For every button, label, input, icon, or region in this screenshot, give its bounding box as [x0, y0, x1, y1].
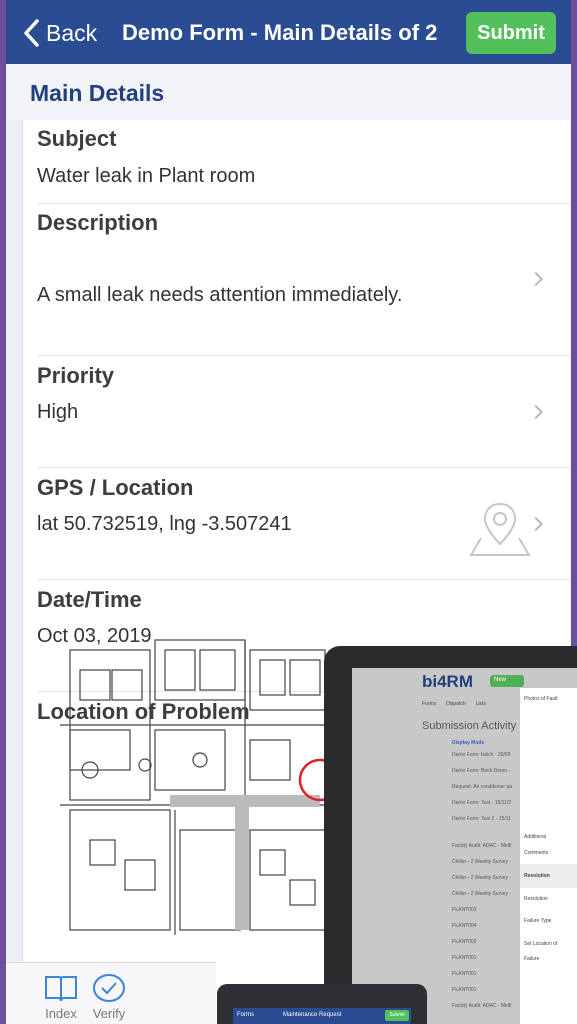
tablet-side-panel: Photos of Fault Additional Comments Reso…: [520, 688, 577, 1024]
subject-value: Water leak in Plant room: [37, 165, 256, 187]
tab-bar: Index Verify: [6, 962, 216, 1024]
list-item: Facility Audit: ADAC - Midfi: [452, 1003, 512, 1009]
tablet-preview: bi4RM New Forms Dispatch Lists Submissio…: [324, 646, 577, 1024]
tab-index-label: Index: [45, 1006, 77, 1021]
chevron-right-icon: [528, 271, 544, 287]
list-item: Chiller - 2 Weekly Survey -: [452, 891, 512, 897]
list-item: Chiller - 2 Weekly Survey -: [452, 875, 512, 881]
phone-preview-submit: Submit: [385, 1010, 409, 1021]
tablet-toolbar: Forms Dispatch Lists: [422, 701, 486, 707]
panel-failure: Failure: [524, 956, 540, 962]
list-item: PLANT001: [452, 955, 477, 961]
priority-value: High: [37, 401, 79, 423]
panel-comments: Comments: [524, 850, 549, 856]
list-item: Demo Form: Test 2 - 15/11: [452, 816, 512, 822]
list-item: PLANT004: [452, 923, 477, 929]
priority-field[interactable]: Priority High: [23, 356, 571, 468]
toolbar-forms: Forms: [422, 701, 437, 707]
panel-failure-type: Failure Type: [524, 918, 552, 924]
tab-index[interactable]: Index: [38, 973, 84, 1021]
tab-verify[interactable]: Verify: [86, 973, 132, 1021]
datetime-label: Date/Time: [37, 587, 142, 612]
priority-label: Priority: [37, 363, 115, 388]
bi4rm-logo: bi4RM: [422, 672, 473, 691]
gps-label: GPS / Location: [37, 475, 194, 500]
list-item: Demo Form: Test - 15/11/2: [452, 800, 512, 806]
list-item: Facility Audit: ADAC - Midfi: [452, 843, 512, 849]
tablet-screen: bi4RM New Forms Dispatch Lists Submissio…: [352, 668, 577, 1024]
page-title: Demo Form - Main Details of 2: [122, 20, 438, 45]
list-item: PLANT001: [452, 971, 477, 977]
list-item: Request: Air conditioner pa: [452, 784, 513, 790]
list-item: Chiller - 2 Weekly Survey -: [452, 859, 512, 865]
section-title: Main Details: [30, 80, 165, 106]
back-label: Back: [46, 19, 98, 46]
toolbar-lists: Lists: [475, 701, 486, 707]
chevron-right-icon: [528, 516, 544, 532]
checkmark-circle-icon: [93, 974, 125, 1002]
list-item: Demo Form: Brick Demo -: [452, 768, 511, 774]
panel-additional: Additional: [524, 834, 546, 840]
map-pin-icon[interactable]: [469, 500, 531, 558]
phone-preview: Forms Maintenance Request Submit: [217, 984, 427, 1024]
toolbar-dispatch: Dispatch: [446, 701, 466, 707]
panel-set-location: Set Location of: [524, 941, 558, 947]
list-item: Demo Form: batch - 20/09: [452, 752, 511, 758]
new-button: New: [490, 675, 524, 687]
panel-resolution: Resolution: [524, 896, 548, 902]
panel-resolution-head: Resolution: [524, 873, 550, 879]
list-item: PLANT003: [452, 907, 477, 913]
list-item: PLANT002: [452, 939, 477, 945]
description-field[interactable]: Description A small leak needs attention…: [23, 204, 571, 356]
floor-plan-image[interactable]: [50, 630, 330, 940]
description-value: A small leak needs attention immediately…: [37, 284, 403, 306]
tablet-subtitle: Submission Activity: [422, 720, 517, 732]
phone-preview-nav: Forms Maintenance Request Submit: [233, 1008, 411, 1024]
phone-preview-title: Maintenance Request: [283, 1012, 342, 1018]
subject-field[interactable]: Subject Water leak in Plant room: [23, 120, 571, 204]
phone-preview-back: Forms: [237, 1012, 254, 1018]
subject-label: Subject: [37, 126, 117, 151]
section-header: Main Details: [6, 64, 571, 120]
submit-button[interactable]: Submit: [466, 12, 556, 54]
chevron-left-icon: [24, 19, 39, 47]
panel-photos: Photos of Fault: [524, 696, 558, 702]
nav-bar: Back Demo Form - Main Details of 2 Submi…: [6, 0, 571, 64]
list-item: PLANT001: [452, 987, 477, 993]
tab-verify-label: Verify: [92, 1006, 126, 1021]
app-frame: Back Demo Form - Main Details of 2 Submi…: [0, 0, 577, 1024]
chevron-right-icon: [528, 404, 544, 420]
gps-value: lat 50.732519, lng -3.507241: [37, 513, 292, 535]
back-button[interactable]: Back: [22, 16, 97, 50]
description-label: Description: [37, 210, 159, 235]
display-mode: Display Mode: [452, 740, 485, 746]
book-icon: [45, 976, 77, 1002]
